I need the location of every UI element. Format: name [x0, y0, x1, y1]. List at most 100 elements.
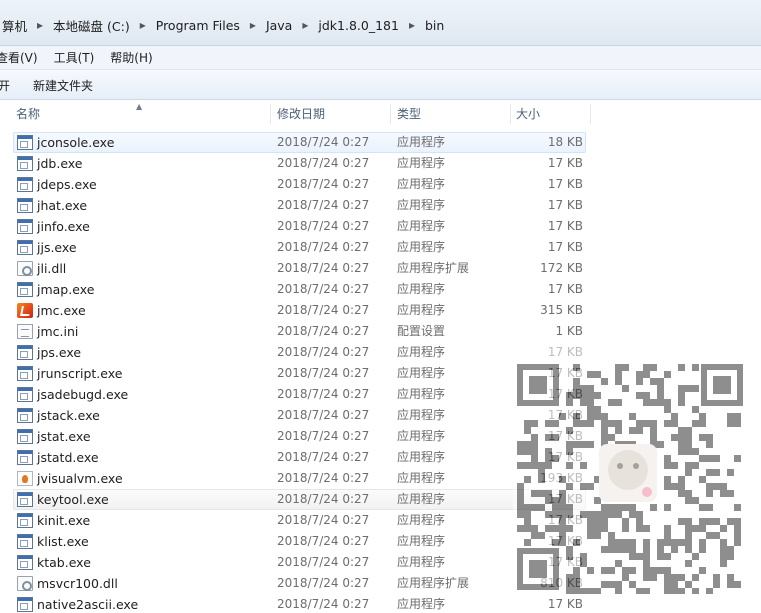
file-row[interactable]: jjs.exe 2018/7/24 0:27 应用程序 17 KB: [0, 237, 761, 258]
column-size[interactable]: 大小: [516, 102, 540, 126]
breadcrumb-item[interactable]: Program Files: [154, 18, 242, 33]
file-type: 应用程序: [397, 597, 446, 611]
file-date: 2018/7/24 0:27: [277, 429, 370, 443]
file-name: jhat.exe: [37, 198, 88, 213]
menu-item[interactable]: 查看(V): [0, 49, 48, 66]
file-row[interactable]: jdeps.exe 2018/7/24 0:27 应用程序 17 KB: [0, 174, 761, 195]
file-date: 2018/7/24 0:27: [277, 219, 370, 233]
file-row[interactable]: jdb.exe 2018/7/24 0:27 应用程序 17 KB: [0, 153, 761, 174]
file-type: 应用程序: [397, 219, 446, 233]
file-size: 17 KB: [547, 198, 583, 212]
column-divider[interactable]: [590, 104, 591, 124]
breadcrumb-item[interactable]: Java: [264, 18, 294, 33]
file-date: 2018/7/24 0:27: [277, 240, 370, 254]
file-row[interactable]: jstat.exe 2018/7/24 0:27 应用程序 17 KB: [0, 426, 761, 447]
breadcrumb-item[interactable]: bin: [423, 18, 446, 33]
exe-icon: [17, 450, 33, 465]
file-size: 17 KB: [547, 408, 583, 422]
file-name: jstat.exe: [37, 429, 91, 444]
file-type: 应用程序: [397, 177, 446, 191]
file-type: 应用程序: [397, 429, 446, 443]
file-row[interactable]: kinit.exe 2018/7/24 0:27 应用程序 17 KB: [0, 510, 761, 531]
file-row[interactable]: jmc.ini 2018/7/24 0:27 配置设置 1 KB: [0, 321, 761, 342]
column-header: ▲ 名称 修改日期 类型 大小: [0, 102, 761, 126]
file-name: jmc.exe: [37, 303, 86, 318]
file-name: jdeps.exe: [37, 177, 97, 192]
file-size: 17 KB: [547, 366, 583, 380]
exe-icon: [17, 198, 33, 213]
file-type: 应用程序: [397, 513, 446, 527]
menu-bar: 查看(V) 工具(T) 帮助(H): [0, 46, 761, 70]
file-row[interactable]: jps.exe 2018/7/24 0:27 应用程序 17 KB: [0, 342, 761, 363]
file-size: 315 KB: [540, 303, 583, 317]
jmc-icon: [17, 303, 33, 318]
sort-ascending-icon: ▲: [136, 102, 143, 111]
column-date[interactable]: 修改日期: [277, 102, 325, 126]
file-size: 17 KB: [547, 597, 583, 611]
file-size: 17 KB: [547, 492, 583, 506]
file-date: 2018/7/24 0:27: [277, 597, 370, 611]
file-row[interactable]: native2ascii.exe 2018/7/24 0:27 应用程序 17 KB: [0, 594, 761, 613]
column-divider[interactable]: [270, 104, 271, 124]
file-row[interactable]: jvisualvm.exe 2018/7/24 0:27 应用程序 193 KB: [0, 468, 761, 489]
breadcrumb-separator-icon[interactable]: ▸: [242, 18, 264, 32]
menu-item[interactable]: 工具(T): [54, 49, 105, 66]
file-row[interactable]: keytool.exe 2018/7/24 0:27 应用程序 17 KB: [0, 489, 761, 510]
exe-icon: [17, 408, 33, 423]
column-type[interactable]: 类型: [397, 102, 421, 126]
exe-icon: [17, 534, 33, 549]
breadcrumb-item[interactable]: 算机: [0, 16, 29, 35]
file-row[interactable]: msvcr100.dll 2018/7/24 0:27 应用程序扩展 810 KB: [0, 573, 761, 594]
file-size: 17 KB: [547, 534, 583, 548]
new-folder-button[interactable]: 新建文件夹: [33, 77, 93, 94]
breadcrumb-separator-icon[interactable]: ▸: [132, 18, 154, 32]
file-row[interactable]: klist.exe 2018/7/24 0:27 应用程序 17 KB: [0, 531, 761, 552]
file-row[interactable]: jmc.exe 2018/7/24 0:27 应用程序 315 KB: [0, 300, 761, 321]
file-size: 193 KB: [540, 471, 583, 485]
exe-icon: [17, 366, 33, 381]
breadcrumb-item[interactable]: jdk1.8.0_181: [316, 18, 401, 33]
ini-icon: [17, 324, 33, 339]
file-type: 应用程序: [397, 408, 446, 422]
exe-icon: [17, 387, 33, 402]
file-name: jrunscript.exe: [37, 366, 123, 381]
breadcrumb-separator-icon[interactable]: ▸: [401, 18, 423, 32]
column-divider[interactable]: [510, 104, 511, 124]
file-date: 2018/7/24 0:27: [277, 261, 370, 275]
address-bar[interactable]: 算机 ▸ 本地磁盘 (C:) ▸ Program Files ▸ Java ▸ jdk1.8.0…: [0, 0, 761, 46]
file-name: keytool.exe: [37, 492, 109, 507]
file-type: 应用程序: [397, 240, 446, 254]
exe-icon: [17, 282, 33, 297]
open-button[interactable]: 开: [0, 77, 10, 94]
file-date: 2018/7/24 0:27: [277, 408, 370, 422]
file-type: 应用程序: [397, 387, 446, 401]
file-row[interactable]: jinfo.exe 2018/7/24 0:27 应用程序 17 KB: [0, 216, 761, 237]
file-row[interactable]: jli.dll 2018/7/24 0:27 应用程序扩展 172 KB: [0, 258, 761, 279]
menu-item[interactable]: 帮助(H): [110, 49, 162, 66]
file-row[interactable]: jstatd.exe 2018/7/24 0:27 应用程序 17 KB: [0, 447, 761, 468]
file-name: jsadebugd.exe: [37, 387, 129, 402]
exe-icon: [17, 135, 33, 150]
file-row[interactable]: jmap.exe 2018/7/24 0:27 应用程序 17 KB: [0, 279, 761, 300]
dll-icon: [17, 261, 33, 276]
file-date: 2018/7/24 0:27: [277, 135, 370, 149]
file-size: 17 KB: [547, 450, 583, 464]
breadcrumb-item[interactable]: 本地磁盘 (C:): [51, 16, 132, 35]
column-name[interactable]: 名称: [16, 102, 40, 126]
file-type: 应用程序: [397, 492, 446, 506]
file-row[interactable]: jhat.exe 2018/7/24 0:27 应用程序 17 KB: [0, 195, 761, 216]
exe-icon: [17, 219, 33, 234]
file-row[interactable]: jconsole.exe 2018/7/24 0:27 应用程序 18 KB: [0, 132, 761, 153]
breadcrumb-separator-icon[interactable]: ▸: [29, 18, 51, 32]
file-row[interactable]: ktab.exe 2018/7/24 0:27 应用程序 17 KB: [0, 552, 761, 573]
file-name: ktab.exe: [37, 555, 91, 570]
file-size: 17 KB: [547, 240, 583, 254]
file-row[interactable]: jrunscript.exe 2018/7/24 0:27 应用程序 17 KB: [0, 363, 761, 384]
file-date: 2018/7/24 0:27: [277, 282, 370, 296]
file-row[interactable]: jsadebugd.exe 2018/7/24 0:27 应用程序 17 KB: [0, 384, 761, 405]
file-type: 配置设置: [397, 324, 446, 338]
breadcrumb: 算机 ▸ 本地磁盘 (C:) ▸ Program Files ▸ Java ▸ jdk1.8.0…: [0, 14, 446, 36]
column-divider[interactable]: [390, 104, 391, 124]
file-row[interactable]: jstack.exe 2018/7/24 0:27 应用程序 17 KB: [0, 405, 761, 426]
breadcrumb-separator-icon[interactable]: ▸: [294, 18, 316, 32]
